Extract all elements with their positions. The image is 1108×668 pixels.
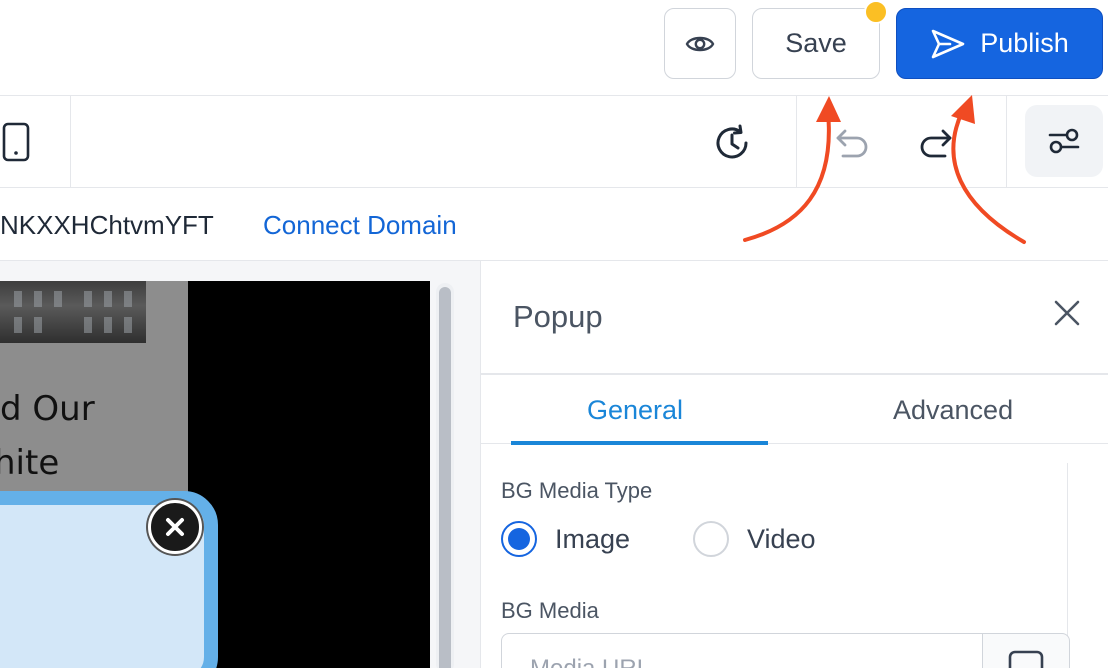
undo-icon bbox=[836, 129, 868, 158]
preview-button[interactable] bbox=[664, 8, 736, 79]
media-library-button[interactable] bbox=[982, 633, 1070, 668]
toolbar-divider bbox=[1006, 96, 1007, 188]
active-tab-indicator bbox=[511, 441, 768, 445]
save-button-label: Save bbox=[785, 28, 847, 58]
history-button[interactable] bbox=[712, 122, 754, 164]
redo-button[interactable] bbox=[916, 126, 954, 160]
image-detail bbox=[124, 291, 132, 307]
bg-media-url-input[interactable] bbox=[502, 634, 983, 668]
close-icon bbox=[1054, 300, 1080, 326]
image-detail bbox=[14, 291, 22, 307]
preview-heading-line[interactable]: d Our bbox=[0, 389, 95, 429]
popup-close-button[interactable] bbox=[148, 500, 202, 554]
bg-media-label: BG Media bbox=[501, 598, 599, 623]
image-detail bbox=[124, 317, 132, 333]
bg-media-url-field[interactable] bbox=[501, 633, 983, 668]
unsaved-changes-dot bbox=[864, 0, 888, 24]
toolbar-divider bbox=[70, 96, 71, 188]
radio-image-circle[interactable] bbox=[501, 521, 537, 557]
close-icon bbox=[166, 518, 184, 536]
image-detail bbox=[104, 291, 112, 307]
radio-video[interactable]: Video bbox=[693, 521, 816, 557]
redo-icon bbox=[920, 129, 952, 158]
tablet-icon bbox=[2, 122, 30, 162]
settings-button[interactable] bbox=[1025, 105, 1103, 177]
domain-bar: NKXXHChtvmYFT Connect Domain bbox=[0, 188, 1108, 261]
tab-general[interactable]: General bbox=[587, 395, 683, 426]
send-icon bbox=[931, 29, 965, 58]
image-detail bbox=[84, 291, 92, 307]
top-header: Save Publish bbox=[0, 0, 1108, 96]
site-id-text: NKXXHChtvmYFT bbox=[0, 210, 214, 240]
publish-button[interactable]: Publish bbox=[896, 8, 1103, 79]
tab-advanced[interactable]: Advanced bbox=[893, 395, 1013, 426]
panel-title: Popup bbox=[513, 299, 603, 334]
building-image[interactable] bbox=[0, 281, 146, 343]
properties-panel: Popup General Advanced BG Media Type Ima… bbox=[480, 261, 1108, 668]
bg-media-type-label: BG Media Type bbox=[501, 478, 653, 503]
preview-heading-line[interactable]: hite bbox=[0, 443, 59, 483]
radio-image-label: Image bbox=[555, 523, 631, 554]
toolbar-divider bbox=[796, 96, 797, 188]
radio-selected-dot bbox=[508, 528, 530, 550]
image-detail bbox=[104, 317, 112, 333]
save-button[interactable]: Save bbox=[752, 8, 880, 79]
eye-icon bbox=[685, 36, 715, 51]
tablet-view-button[interactable] bbox=[0, 120, 32, 164]
undo-button[interactable] bbox=[834, 126, 872, 160]
panel-close-button[interactable] bbox=[1051, 297, 1083, 329]
canvas-scrollbar-thumb[interactable] bbox=[439, 287, 451, 668]
editor-canvas[interactable]: d Our hite bbox=[0, 261, 480, 668]
image-detail bbox=[54, 291, 62, 307]
publish-button-label: Publish bbox=[980, 28, 1069, 58]
image-detail bbox=[14, 317, 22, 333]
radio-video-circle[interactable] bbox=[693, 521, 729, 557]
radio-video-label: Video bbox=[747, 523, 816, 554]
connect-domain-link[interactable]: Connect Domain bbox=[263, 210, 457, 241]
sliders-icon bbox=[1048, 128, 1080, 154]
history-icon bbox=[716, 124, 748, 159]
panel-divider bbox=[481, 373, 1108, 375]
editor-toolbar bbox=[0, 96, 1108, 188]
radio-image[interactable]: Image bbox=[501, 521, 630, 557]
image-detail bbox=[34, 317, 42, 333]
image-icon bbox=[1008, 650, 1044, 668]
image-detail bbox=[84, 317, 92, 333]
image-detail bbox=[34, 291, 42, 307]
